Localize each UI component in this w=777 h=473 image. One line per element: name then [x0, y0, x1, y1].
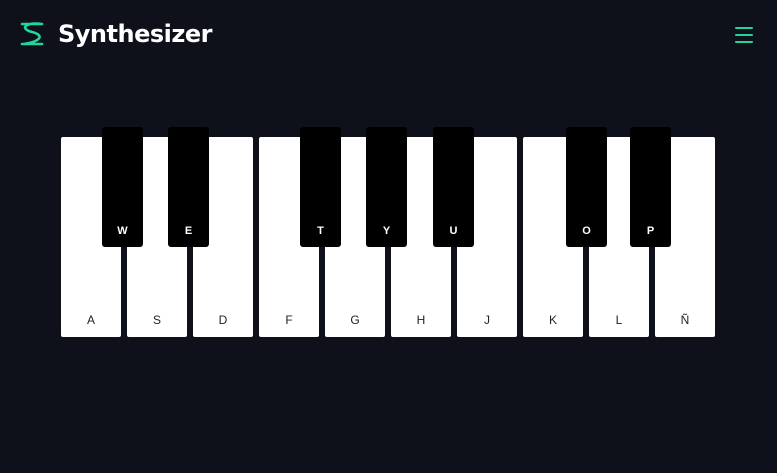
black-key-w[interactable]: W [102, 127, 143, 247]
key-label: J [484, 313, 490, 327]
black-key-e[interactable]: E [168, 127, 209, 247]
key-label: W [117, 225, 128, 237]
key-label: L [615, 313, 623, 327]
key-label: Y [382, 225, 391, 237]
key-label: F [285, 313, 293, 327]
black-key-o[interactable]: O [566, 127, 607, 247]
black-key-y[interactable]: Y [366, 127, 407, 247]
key-label: E [184, 225, 193, 237]
key-label: D [218, 313, 228, 327]
black-key-t[interactable]: T [300, 127, 341, 247]
key-label: Ñ [680, 313, 690, 327]
key-label: P [646, 225, 655, 237]
key-label: T [317, 225, 324, 237]
key-label: A [86, 313, 95, 327]
key-label: O [582, 225, 591, 237]
key-label: K [548, 313, 557, 327]
key-label: U [449, 225, 458, 237]
black-key-u[interactable]: U [433, 127, 474, 247]
key-label: S [152, 313, 161, 327]
piano-keyboard: A S D F G H J K L Ñ W E T Y U O P [0, 0, 777, 473]
black-key-p[interactable]: P [630, 127, 671, 247]
key-label: G [350, 313, 360, 327]
key-label: H [416, 313, 426, 327]
